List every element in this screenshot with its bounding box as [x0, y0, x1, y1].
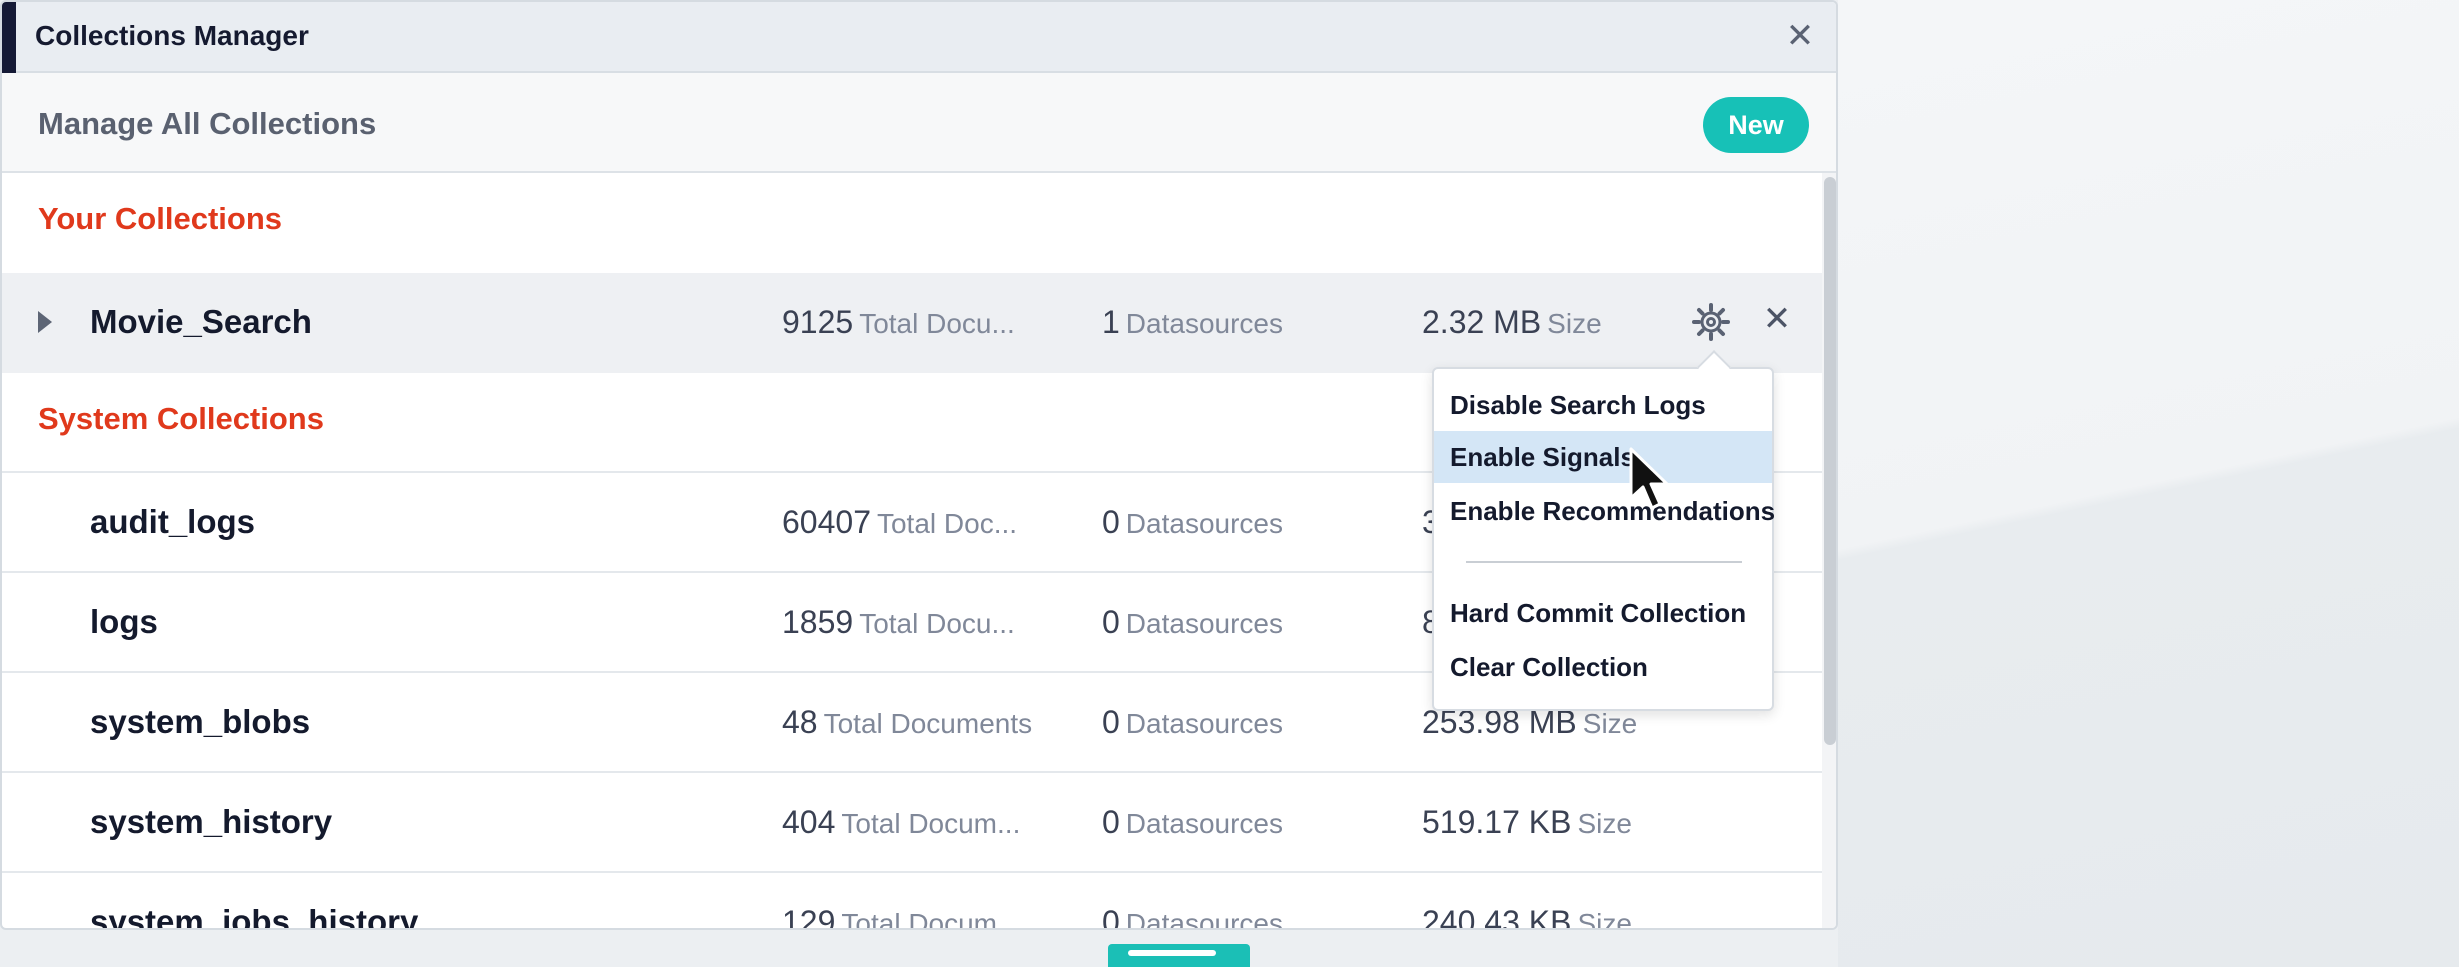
collection-size: 240.43 KB Size	[1422, 904, 1632, 930]
collection-context-menu: Disable Search Logs Enable Signals Enabl…	[1432, 350, 1775, 711]
datasources-count: 0 Datasources	[1102, 804, 1283, 840]
title-accent-bar	[2, 2, 16, 73]
handle-line	[1128, 950, 1216, 956]
collection-row-movie-search[interactable]: Movie_Search 9125 Total Docu... 1 Datasour…	[2, 273, 1822, 373]
delete-collection-icon[interactable]: ✕	[1757, 299, 1797, 339]
collection-name: Movie_Search	[90, 303, 312, 340]
section-your-collections: Your Collections	[38, 201, 283, 236]
menu-item-enable-signals[interactable]: Enable Signals	[1434, 431, 1772, 483]
menu-item-disable-search-logs[interactable]: Disable Search Logs	[1434, 379, 1772, 431]
menu-item-clear-collection[interactable]: Clear Collection	[1434, 641, 1772, 693]
mouse-pointer-icon	[1629, 447, 1669, 510]
total-documents: 1859 Total Docu...	[782, 604, 1015, 640]
collection-row-system-jobs-history[interactable]: system_jobs_history 129 Total Docum... 0D…	[2, 873, 1822, 930]
section-system-collections: System Collections	[38, 401, 324, 436]
total-documents: 404 Total Docum...	[782, 804, 1021, 840]
scrollbar-thumb[interactable]	[1824, 177, 1836, 745]
datasources-count: 0 Datasources	[1102, 504, 1283, 540]
total-documents: 60407 Total Doc...	[782, 504, 1018, 540]
datasources-count: 1 Datasources	[1102, 304, 1283, 340]
collection-name: system_history	[90, 803, 333, 840]
datasources-count: 0 Datasources	[1102, 704, 1283, 740]
vertical-scrollbar[interactable]	[1822, 173, 1836, 928]
collection-size: 2.32 MB Size	[1422, 304, 1602, 340]
window-close-icon[interactable]: ✕	[1780, 16, 1820, 56]
title-bar: Collections Manager ✕	[2, 2, 1836, 73]
collections-manager-panel: Collections Manager ✕ Manage All Collect…	[0, 0, 1838, 930]
subheader: Manage All Collections New	[2, 73, 1836, 173]
total-documents: 129 Total Docum...	[782, 904, 1021, 930]
collection-name: logs	[90, 603, 158, 640]
window-title: Collections Manager	[35, 20, 309, 51]
total-documents: 48 Total Documents	[782, 704, 1033, 740]
gear-icon[interactable]	[1690, 301, 1732, 343]
collection-row-system-history[interactable]: system_history 404 Total Docum... 0 Dataso…	[2, 773, 1822, 873]
datasources-count: 0 Datasources	[1102, 904, 1283, 930]
new-collection-button[interactable]: New	[1703, 97, 1809, 153]
total-documents: 9125 Total Docu...	[782, 304, 1015, 340]
datasources-count: 0 Datasources	[1102, 604, 1283, 640]
collection-name: system_jobs_history	[90, 903, 419, 930]
caret-right-icon[interactable]	[38, 311, 52, 333]
menu-item-hard-commit-collection[interactable]: Hard Commit Collection	[1434, 587, 1772, 639]
page-title: Manage All Collections	[38, 106, 377, 141]
background-area	[1838, 0, 2459, 967]
collection-size: 519.17 KB Size	[1422, 804, 1632, 840]
bottom-drawer-handle[interactable]	[1108, 944, 1250, 967]
menu-divider	[1466, 561, 1742, 563]
menu-item-enable-recommendations[interactable]: Enable Recommendations	[1434, 485, 1775, 537]
collection-name: system_blobs	[90, 703, 311, 740]
collection-name: audit_logs	[90, 503, 256, 540]
